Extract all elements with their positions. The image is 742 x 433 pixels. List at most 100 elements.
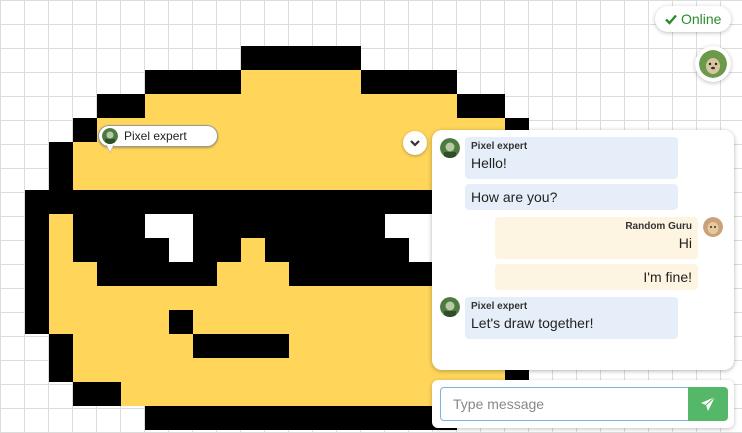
pixel-cell <box>289 94 313 118</box>
pixel-cell <box>169 190 193 214</box>
pixel-cell <box>193 94 217 118</box>
pixel-cell <box>265 118 289 142</box>
pixel-cell <box>289 286 313 310</box>
pixel-cell <box>241 166 265 190</box>
pixel-cell <box>241 406 265 430</box>
pixel-cell <box>217 358 241 382</box>
remote-cursor-username: Pixel expert <box>124 129 187 143</box>
chat-message: Random Guru Hi <box>495 217 698 259</box>
pixel-cell <box>409 358 433 382</box>
pixel-cell <box>361 406 385 430</box>
pixel-cell <box>385 334 409 358</box>
pixel-cell <box>457 94 481 118</box>
pixel-cell <box>241 286 265 310</box>
message-composer <box>432 380 734 428</box>
pixel-cell <box>121 190 145 214</box>
pixel-cell <box>361 238 385 262</box>
pixel-cell <box>385 310 409 334</box>
send-button[interactable] <box>688 387 728 421</box>
pixel-cell <box>433 70 457 94</box>
pixel-cell <box>169 406 193 430</box>
pixel-cell <box>49 286 73 310</box>
check-icon <box>665 14 677 25</box>
pixel-cell <box>217 142 241 166</box>
pixel-cell <box>289 118 313 142</box>
pixel-cell <box>337 94 361 118</box>
pixel-cell <box>265 142 289 166</box>
pixel-cell <box>385 94 409 118</box>
pixel-cell <box>313 46 337 70</box>
pixel-cell <box>49 238 73 262</box>
pixel-cell <box>169 310 193 334</box>
pixel-cell <box>265 238 289 262</box>
message-text: I'm fine! <box>643 269 692 285</box>
chat-panel[interactable]: Pixel expert Hello! How are you? Random … <box>432 130 734 370</box>
online-status-label: Online <box>681 11 722 27</box>
pixel-cell <box>217 190 241 214</box>
pixel-cell <box>289 382 313 406</box>
pixel-cell <box>169 166 193 190</box>
pixel-cell <box>241 238 265 262</box>
pixel-cell <box>409 238 433 262</box>
pixel-cell <box>337 334 361 358</box>
pixel-cell <box>49 142 73 166</box>
pixel-cell <box>337 214 361 238</box>
pixel-cell <box>49 358 73 382</box>
pixel-cell <box>241 142 265 166</box>
pixel-cell <box>265 358 289 382</box>
pixel-cell <box>97 190 121 214</box>
pixel-cell <box>313 358 337 382</box>
pixel-cell <box>337 406 361 430</box>
pixel-cell <box>313 286 337 310</box>
pixel-cell <box>73 358 97 382</box>
pixel-cell <box>73 214 97 238</box>
pixel-cell <box>361 358 385 382</box>
pixel-cell <box>241 70 265 94</box>
pixel-cell <box>145 382 169 406</box>
pixel-cell <box>313 94 337 118</box>
pixel-cell <box>385 406 409 430</box>
pixel-cell <box>337 46 361 70</box>
pixel-cell <box>313 214 337 238</box>
pixel-cell <box>289 406 313 430</box>
pixel-cell <box>217 118 241 142</box>
pixel-cell <box>49 334 73 358</box>
pixel-cell <box>409 262 433 286</box>
pixel-cell <box>97 286 121 310</box>
pixel-cell <box>289 166 313 190</box>
pixel-cell <box>169 382 193 406</box>
pixel-cell <box>241 262 265 286</box>
pixel-cell <box>193 166 217 190</box>
user-avatar-icon <box>102 128 118 144</box>
pixel-cell <box>193 358 217 382</box>
pixel-cell <box>265 382 289 406</box>
pixel-cell <box>409 310 433 334</box>
pixel-cell <box>25 190 49 214</box>
pixel-cell <box>49 214 73 238</box>
pixel-cell <box>97 214 121 238</box>
pixel-cell <box>169 286 193 310</box>
message-input[interactable] <box>440 387 690 421</box>
pixel-cell <box>385 358 409 382</box>
pixel-cell <box>121 166 145 190</box>
pixel-cell <box>145 190 169 214</box>
pixel-cell <box>49 262 73 286</box>
pixel-cell <box>265 406 289 430</box>
pixel-expert-avatar-icon <box>440 138 460 158</box>
pixel-cell <box>481 94 505 118</box>
pixel-cell <box>73 118 97 142</box>
pixel-cell <box>121 358 145 382</box>
pixel-cell <box>289 334 313 358</box>
pixel-cell <box>313 310 337 334</box>
current-user-avatar[interactable] <box>695 46 731 82</box>
pixel-cell <box>385 382 409 406</box>
pixel-cell <box>337 310 361 334</box>
pixel-cell <box>313 262 337 286</box>
pixel-cell <box>313 334 337 358</box>
pixel-cell <box>289 142 313 166</box>
pixel-cell <box>337 142 361 166</box>
pixel-cell <box>145 358 169 382</box>
pixel-cell <box>265 214 289 238</box>
collapse-chat-button[interactable] <box>403 131 427 155</box>
pixel-cell <box>361 190 385 214</box>
